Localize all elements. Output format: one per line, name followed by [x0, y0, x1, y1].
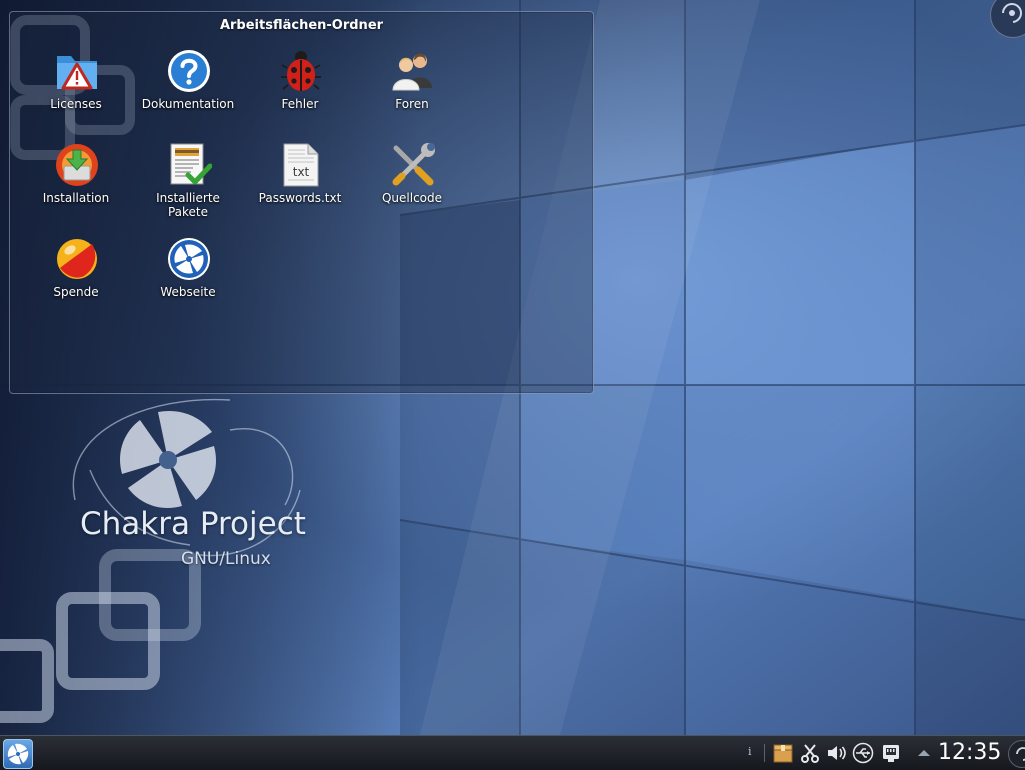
desktop[interactable]: Chakra Project GNU/Linux Arbeitsflächen-…: [0, 0, 1025, 735]
plasma-toolbox-icon: [1002, 3, 1022, 23]
info-glyph: i: [748, 745, 752, 758]
tools-icon: [392, 143, 435, 186]
notification-info-icon[interactable]: i: [744, 742, 758, 764]
desktop-toolbox[interactable]: [990, 0, 1025, 38]
folder-view-widget[interactable]: Arbeitsflächen-Ordner Licenses Dokumenta…: [9, 11, 594, 394]
digital-clock[interactable]: 12:35: [938, 740, 1001, 766]
folder-warning-icon: [57, 56, 97, 90]
desktop-item-label: Spende: [53, 285, 99, 299]
network-icon[interactable]: [880, 742, 902, 764]
application-launcher-button[interactable]: [3, 739, 33, 769]
panel-toolbox-button[interactable]: [1008, 740, 1025, 768]
desktop-item-label: Installierte Pakete: [156, 191, 220, 219]
desktop-item-foren[interactable]: Foren: [357, 48, 467, 138]
desktop-item-label: Webseite: [160, 285, 216, 299]
tray-expand-arrow-icon[interactable]: [918, 750, 930, 756]
desktop-item-installierte-pakete[interactable]: Installierte Pakete: [133, 142, 243, 232]
chakra-launcher-icon: [7, 743, 29, 765]
folder-view-title: Arbeitsflächen-Ordner: [219, 18, 384, 33]
usb-icon: [852, 742, 874, 764]
desktop-item-passwords-txt[interactable]: txt Passwords.txt: [245, 142, 355, 232]
desktop-item-label: Quellcode: [381, 191, 443, 205]
desktop-item-quellcode[interactable]: Quellcode: [357, 142, 467, 232]
volume-icon[interactable]: [825, 742, 847, 764]
package-manager-icon[interactable]: [772, 742, 794, 764]
desktop-item-dokumentation[interactable]: Dokumentation: [133, 48, 243, 138]
taskbar-panel: i 12:35: [0, 735, 1025, 770]
clipboard-icon[interactable]: [799, 742, 821, 764]
desktop-item-webseite[interactable]: Webseite: [133, 236, 243, 326]
scissors-icon: [801, 744, 819, 763]
installed-packages-icon: [170, 143, 212, 185]
desktop-item-label: Dokumentation: [141, 97, 235, 111]
svg-text:txt: txt: [293, 165, 310, 179]
desktop-item-label: Passwords.txt: [258, 191, 342, 205]
package-box-icon: [773, 744, 793, 763]
ethernet-icon: [883, 745, 899, 762]
desktop-item-label: Installation: [42, 191, 110, 205]
tray-separator: [764, 744, 765, 762]
chakra-web-icon: [168, 238, 210, 280]
speaker-icon: [828, 746, 846, 760]
device-notifier-icon[interactable]: [852, 742, 874, 764]
brand-subtitle: GNU/Linux: [181, 549, 271, 569]
desktop-item-label: Licenses: [50, 97, 102, 111]
desktop-item-fehler[interactable]: Fehler: [245, 48, 355, 138]
desktop-item-label: Fehler: [281, 97, 319, 111]
help-icon: [168, 50, 210, 92]
users-icon: [392, 53, 432, 91]
desktop-item-label: Foren: [395, 97, 429, 111]
desktop-item-spende[interactable]: Spende: [21, 236, 131, 326]
text-file-icon: txt: [283, 143, 319, 187]
desktop-item-installation[interactable]: Installation: [21, 142, 131, 232]
installer-icon: [56, 144, 98, 186]
desktop-item-licenses[interactable]: Licenses: [21, 48, 131, 138]
brand-title: Chakra Project: [80, 506, 306, 542]
donate-ball-icon: [57, 239, 97, 279]
ladybug-icon: [281, 51, 321, 91]
panel-settings-icon: [1016, 747, 1025, 761]
